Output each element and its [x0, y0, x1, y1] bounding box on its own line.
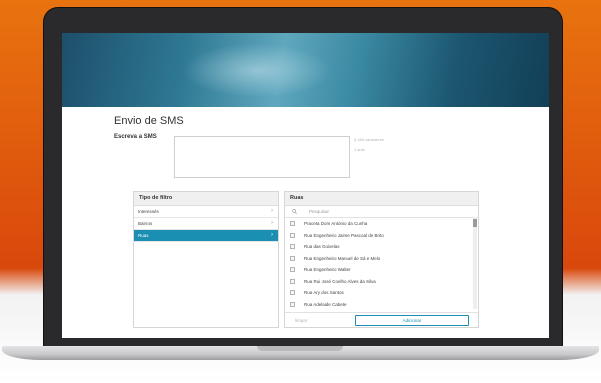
filter-panel-title: Tipo de filtro	[134, 192, 278, 206]
page-title: Envio de SMS	[114, 115, 184, 127]
list-item[interactable]: Rua Ary dos Santos	[285, 287, 478, 299]
chevron-right-icon: ›	[271, 220, 273, 226]
filter-panel: Tipo de filtro Interessés › Bairros › Ru…	[133, 191, 279, 328]
list-item[interactable]: Praceta Dom António da Cunha	[285, 218, 478, 230]
sms-textarea[interactable]	[174, 136, 350, 178]
filter-item-label: Interessés	[138, 209, 159, 214]
street-label: Rua Engenheiro Walter	[304, 267, 351, 272]
list-item[interactable]: Rua Engenheiro Jaime Pascoal de Brito	[285, 230, 478, 242]
hero-banner	[62, 33, 549, 107]
checkbox[interactable]	[290, 278, 295, 284]
add-button[interactable]: Adicionar	[355, 315, 469, 326]
chars-note: § 160 caracteres	[354, 137, 384, 142]
checkbox[interactable]	[290, 255, 295, 261]
filter-item-bairros[interactable]: Bairros ›	[134, 218, 278, 230]
street-label: Praceta Dom António da Cunha	[304, 221, 368, 226]
street-label: Rua Engenheiro Manuel de Sá e Melo	[304, 255, 381, 261]
checkbox[interactable]	[290, 244, 295, 249]
list-item[interactable]: Rua Adelaide Cabete	[285, 299, 478, 311]
clear-button[interactable]: limpar	[295, 318, 307, 323]
street-label: Rua Rui José Coelho Alves da Silva	[304, 278, 376, 284]
list-item[interactable]: Rua Engenheiro Manuel de Sá e Melo	[285, 253, 478, 265]
app-screen: Envio de SMS Escreva a SMS § 160 caracte…	[62, 33, 549, 338]
checkbox[interactable]	[290, 232, 295, 238]
street-label: Rua Engenheiro Jaime Pascoal de Brito	[304, 232, 384, 238]
footer-divider	[285, 312, 478, 313]
scrollbar[interactable]	[473, 217, 477, 309]
filter-item-ruas[interactable]: Ruas ›	[134, 230, 278, 242]
list-item[interactable]: Rua das Goivelas	[285, 241, 478, 253]
search-row[interactable]: Pesquisar	[285, 206, 478, 218]
checkbox[interactable]	[290, 267, 295, 272]
street-label: Rua das Goivelas	[304, 244, 340, 249]
filter-item-interesses[interactable]: Interessés ›	[134, 206, 278, 218]
list-item[interactable]: Rua Rui José Coelho Alves da Silva	[285, 276, 478, 288]
street-label: Rua Adelaide Cabete	[304, 301, 347, 307]
street-label: Rua Ary dos Santos	[304, 290, 344, 295]
search-icon	[292, 209, 297, 214]
checkbox[interactable]	[290, 301, 295, 307]
scroll-thumb[interactable]	[473, 219, 477, 227]
list-item[interactable]: Rua Engenheiro Walter	[285, 264, 478, 276]
checkbox[interactable]	[290, 290, 295, 295]
sms-label: Escreva a SMS	[114, 134, 157, 140]
search-input[interactable]: Pesquisar	[309, 209, 329, 214]
sms-count-note: 1 sms	[354, 147, 365, 152]
checkbox[interactable]	[290, 221, 295, 226]
streets-panel-title: Ruas	[285, 192, 478, 206]
chevron-right-icon: ›	[271, 208, 273, 214]
laptop-notch	[257, 346, 343, 351]
chevron-right-icon: ›	[271, 232, 273, 238]
filter-item-label: Bairros	[138, 221, 153, 226]
streets-panel: Ruas Pesquisar Praceta Dom António da Cu…	[284, 191, 479, 328]
filter-item-label: Ruas	[138, 233, 149, 238]
